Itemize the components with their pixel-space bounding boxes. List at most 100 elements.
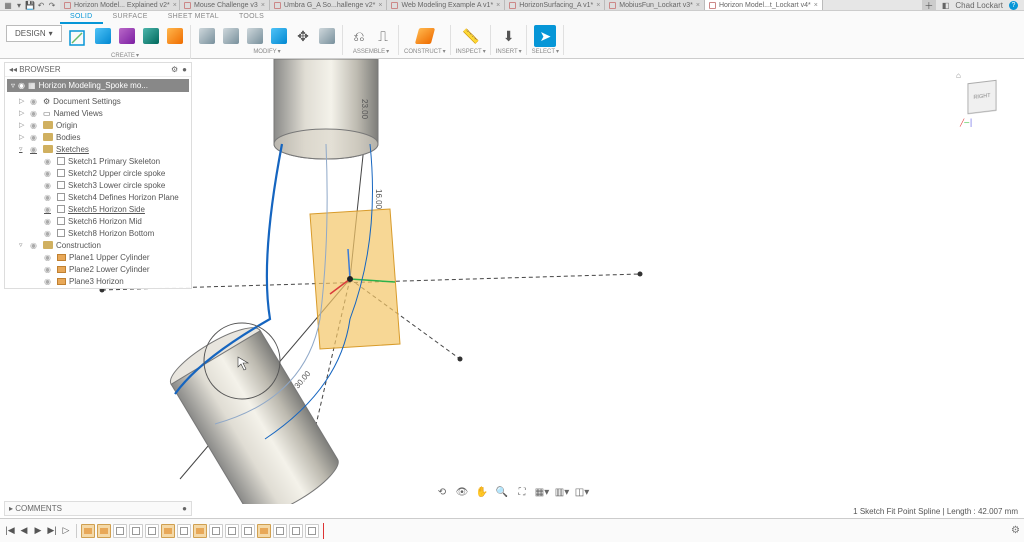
- timeline-feature-sketch[interactable]: [305, 524, 319, 538]
- fillet-button[interactable]: [220, 25, 242, 47]
- visibility-icon[interactable]: ◉: [44, 277, 54, 286]
- close-tab-icon[interactable]: ×: [496, 2, 500, 9]
- tree-node[interactable]: ◉Sketch4 Defines Horizon Plane: [5, 191, 191, 203]
- app-menu-icon[interactable]: ▦: [4, 1, 12, 9]
- visibility-icon[interactable]: ◉: [44, 169, 54, 178]
- redo-icon[interactable]: ↷: [48, 1, 56, 9]
- visibility-icon[interactable]: ◉: [44, 265, 54, 274]
- extensions-icon[interactable]: ◧: [942, 1, 950, 10]
- visibility-icon[interactable]: ◉: [44, 253, 54, 262]
- orbit-button[interactable]: ⟲: [434, 484, 450, 500]
- combine-button[interactable]: [268, 25, 290, 47]
- visibility-icon[interactable]: ◉: [30, 97, 40, 106]
- view-cube[interactable]: ⌂ RIGHT ╱─│: [958, 73, 1006, 121]
- plane-button[interactable]: [414, 25, 436, 47]
- document-tab[interactable]: HorizonSurfacing_A v1*×: [505, 0, 605, 10]
- zoom-button[interactable]: 🔍: [494, 484, 510, 500]
- document-tab[interactable]: Horizon Model...t_Lockart v4*×: [705, 0, 823, 10]
- timeline-play-button[interactable]: ▷: [60, 525, 72, 537]
- close-tab-icon[interactable]: ×: [261, 2, 265, 9]
- file-icon[interactable]: ▾: [15, 1, 23, 9]
- expand-arrow-icon[interactable]: ▿: [19, 241, 27, 249]
- tree-node[interactable]: ◉Sketch6 Horizon Mid: [5, 215, 191, 227]
- box-button[interactable]: [92, 25, 114, 47]
- tree-node[interactable]: ▷◉▭Named Views: [5, 107, 191, 119]
- ribbon-tab-sheet-metal[interactable]: SHEET METAL: [158, 11, 229, 24]
- tree-node[interactable]: ◉Sketch1 Primary Skeleton: [5, 155, 191, 167]
- visibility-icon[interactable]: ◉: [44, 181, 54, 190]
- save-icon[interactable]: 💾: [26, 1, 34, 9]
- close-tab-icon[interactable]: ×: [696, 2, 700, 9]
- timeline-feature-sketch[interactable]: [177, 524, 191, 538]
- timeline-feature-sketch[interactable]: [145, 524, 159, 538]
- view-cube-face[interactable]: RIGHT: [967, 80, 996, 114]
- document-tab[interactable]: Web Modeling Example A v1*×: [387, 0, 505, 10]
- tree-node[interactable]: ▷◉⚙Document Settings: [5, 95, 191, 107]
- tree-node[interactable]: ◉Sketch8 Horizon Bottom: [5, 227, 191, 239]
- browser-root-node[interactable]: ▿◉▦ Horizon Modeling_Spoke mo...: [7, 79, 189, 92]
- browser-collapse-icon[interactable]: ●: [182, 65, 187, 74]
- tree-node[interactable]: ◉Plane3 Horizon: [5, 275, 191, 287]
- insert-button[interactable]: ⬇: [498, 25, 520, 47]
- shell-button[interactable]: [244, 25, 266, 47]
- viewport-layout-button[interactable]: ◫▾: [574, 484, 590, 500]
- timeline-play-button[interactable]: ▶|: [46, 525, 58, 537]
- visibility-icon[interactable]: ◉: [30, 133, 40, 142]
- visibility-icon[interactable]: ◉: [30, 145, 40, 154]
- pan-button[interactable]: ✋: [474, 484, 490, 500]
- timeline-feature-sketch[interactable]: [129, 524, 143, 538]
- ribbon-tab-tools[interactable]: TOOLS: [229, 11, 274, 24]
- timeline-feature-sketch[interactable]: [113, 524, 127, 538]
- fit-button[interactable]: ⛶: [514, 484, 530, 500]
- document-tab[interactable]: Mouse Challenge v3×: [180, 0, 270, 10]
- browser-settings-icon[interactable]: ⚙: [171, 65, 178, 74]
- measure-button[interactable]: 📏: [460, 25, 482, 47]
- visibility-icon[interactable]: ◉: [44, 193, 54, 202]
- close-tab-icon[interactable]: ×: [378, 2, 382, 9]
- timeline-feature-plane[interactable]: [193, 524, 207, 538]
- visibility-icon[interactable]: ◉: [44, 157, 54, 166]
- timeline-play-button[interactable]: ▶: [32, 525, 44, 537]
- display-settings-button[interactable]: ▦▾: [534, 484, 550, 500]
- timeline-feature-plane[interactable]: [97, 524, 111, 538]
- torus-button[interactable]: [164, 25, 186, 47]
- close-tab-icon[interactable]: ×: [596, 2, 600, 9]
- help-icon[interactable]: ?: [1009, 1, 1018, 10]
- document-tab[interactable]: Umbra G_A So...hallenge v2*×: [270, 0, 388, 10]
- timeline-feature-sketch[interactable]: [273, 524, 287, 538]
- timeline-marker[interactable]: [323, 523, 324, 539]
- timeline-settings-icon[interactable]: ⚙: [1011, 525, 1020, 536]
- expand-arrow-icon[interactable]: ▷: [19, 97, 27, 105]
- timeline-feature-plane[interactable]: [81, 524, 95, 538]
- timeline-feature-sketch[interactable]: [225, 524, 239, 538]
- expand-arrow-icon[interactable]: ▿: [19, 145, 27, 153]
- tree-node[interactable]: ▿◉Sketches: [5, 143, 191, 155]
- user-name-label[interactable]: Chad Lockart: [955, 1, 1003, 10]
- tree-node[interactable]: ▿◉Construction: [5, 239, 191, 251]
- timeline-feature-sketch[interactable]: [241, 524, 255, 538]
- visibility-icon[interactable]: ◉: [30, 241, 40, 250]
- grid-settings-button[interactable]: ▥▾: [554, 484, 570, 500]
- new-tab-button[interactable]: ＋: [922, 0, 936, 12]
- tree-node[interactable]: ◉Sketch5 Horizon Side: [5, 203, 191, 215]
- sphere-button[interactable]: [140, 25, 162, 47]
- as-built-joint-button[interactable]: ⎍: [372, 25, 394, 47]
- undo-icon[interactable]: ↶: [37, 1, 45, 9]
- visibility-icon[interactable]: ◉: [30, 121, 40, 130]
- expand-arrow-icon[interactable]: ▷: [19, 121, 27, 129]
- ribbon-tab-surface[interactable]: SURFACE: [103, 11, 158, 24]
- press-pull-button[interactable]: [196, 25, 218, 47]
- joint-button[interactable]: ⎌: [348, 25, 370, 47]
- tree-node[interactable]: ◉Sketch2 Upper circle spoke: [5, 167, 191, 179]
- visibility-icon[interactable]: ◉: [44, 205, 54, 214]
- cylinder-button[interactable]: [116, 25, 138, 47]
- workspace-switcher[interactable]: DESIGN ▾: [6, 25, 62, 42]
- select-button[interactable]: ➤: [534, 25, 556, 47]
- align-button[interactable]: [316, 25, 338, 47]
- visibility-icon[interactable]: ◉: [44, 217, 54, 226]
- create-sketch-button[interactable]: [64, 25, 90, 51]
- tree-node[interactable]: ▷◉Origin: [5, 119, 191, 131]
- visibility-icon[interactable]: ◉: [44, 229, 54, 238]
- close-tab-icon[interactable]: ×: [173, 2, 177, 9]
- browser-header[interactable]: ◂◂ BROWSER ⚙ ●: [5, 63, 191, 77]
